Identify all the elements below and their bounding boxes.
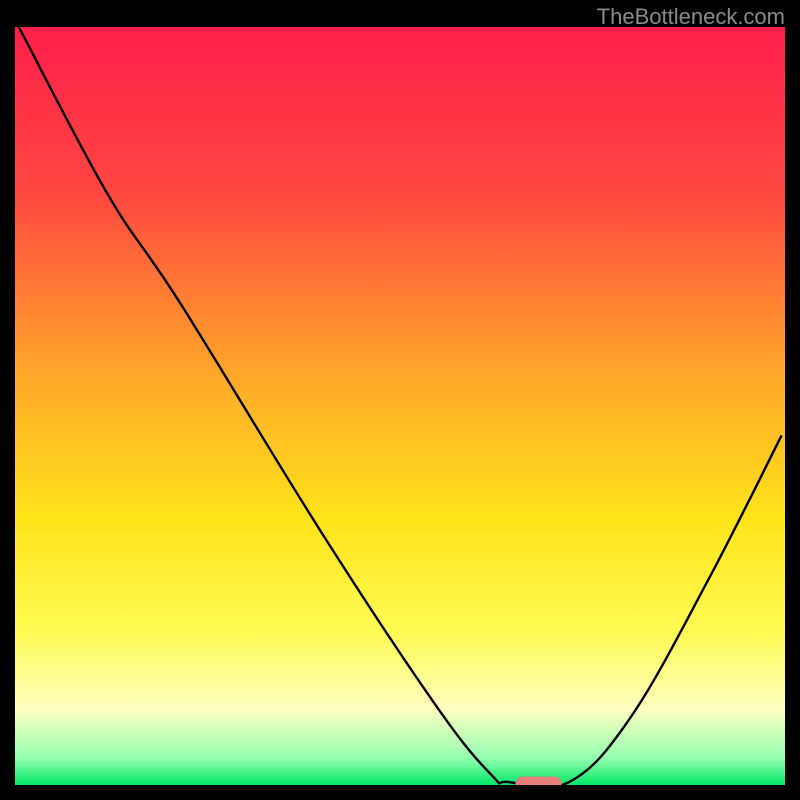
chart-background: [15, 27, 785, 785]
bottleneck-chart: [15, 27, 785, 785]
optimal-marker: [516, 777, 562, 785]
chart-frame: [15, 27, 785, 785]
